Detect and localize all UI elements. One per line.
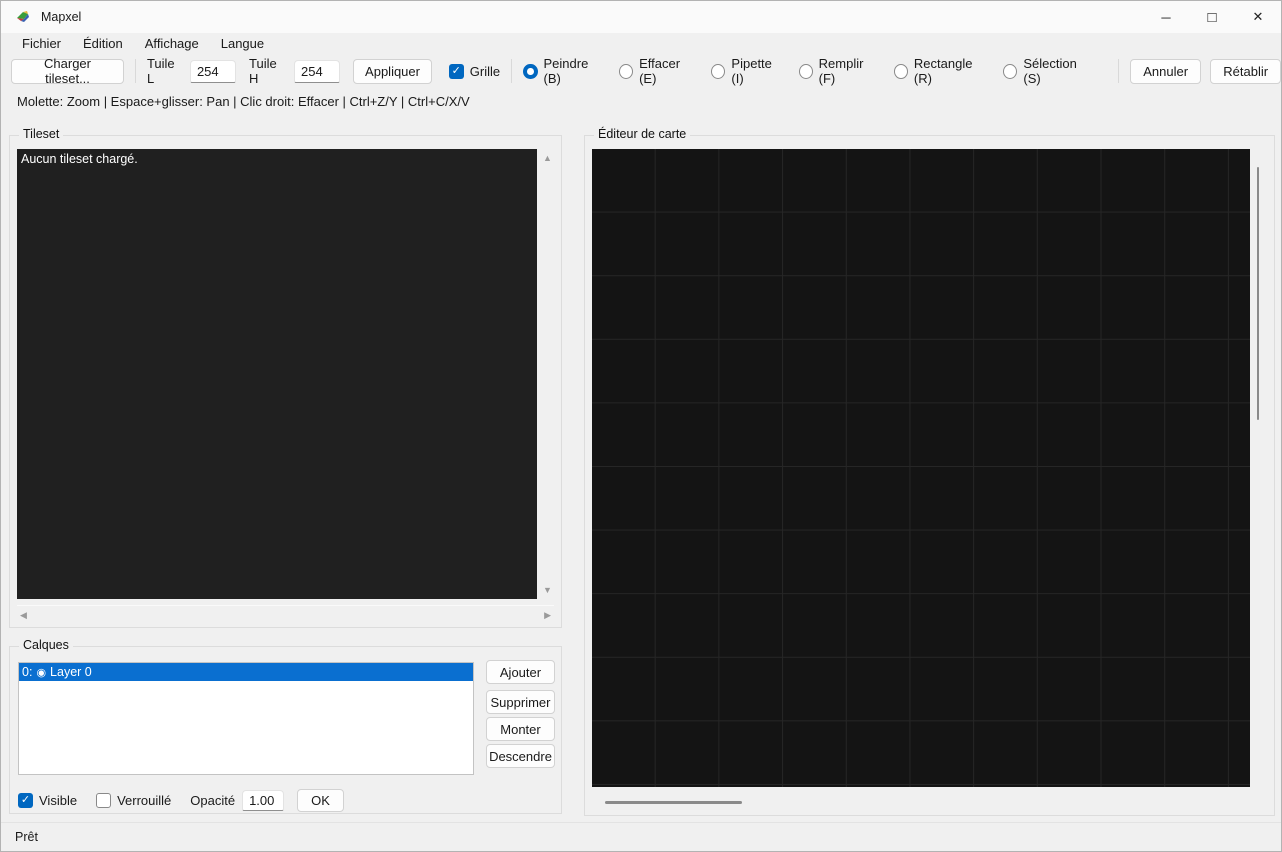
undo-button[interactable]: Annuler [1130,59,1201,84]
minimize-icon[interactable]: ─ [1143,1,1189,33]
tile-height-label: Tuile H [249,56,287,86]
tool-radio-paint[interactable]: Peindre (B) [523,56,604,86]
move-layer-down-button[interactable]: Descendre [486,744,555,768]
app-icon [15,9,31,25]
map-editor-panel: Éditeur de carte [584,135,1275,816]
menu-langue[interactable]: Langue [210,34,275,53]
toolbar: Charger tileset... Tuile L Tuile H Appli… [1,53,1281,89]
tool-radio-rectangle[interactable]: Rectangle (R) [894,56,988,86]
title-bar: Mapxel ─ □ ✕ [1,1,1281,33]
tool-radio-erase[interactable]: Effacer (E) [619,56,696,86]
redo-button[interactable]: Rétablir [1210,59,1281,84]
tool-label-erase: Effacer (E) [639,56,696,86]
opacity-ok-button[interactable]: OK [297,789,344,812]
grid-check-icon[interactable]: ✓ [449,64,464,79]
hint-bar: Molette: Zoom | Espace+glisser: Pan | Cl… [1,89,1281,113]
map-canvas[interactable] [592,149,1250,787]
visible-checkbox-label: Visible [39,793,77,808]
radio-icon[interactable] [711,64,725,79]
menu-fichier[interactable]: Fichier [11,34,72,53]
tileset-vertical-scrollbar[interactable]: ▲ ▼ [537,149,561,599]
tool-radio-fill[interactable]: Remplir (F) [799,56,879,86]
menu-affichage[interactable]: Affichage [134,34,210,53]
layer-name: Layer 0 [50,665,92,679]
hint-text: Molette: Zoom | Espace+glisser: Pan | Cl… [17,94,470,109]
map-editor-title: Éditeur de carte [594,127,690,141]
layer-properties-row: ✓ Visible Verrouillé Opacité OK [18,789,344,812]
locked-checkbox-label: Verrouillé [117,793,171,808]
add-layer-button[interactable]: Ajouter [486,660,555,684]
menu-edition[interactable]: Édition [72,34,134,53]
map-horizontal-scrollbar-thumb[interactable] [605,801,742,804]
layers-panel-title: Calques [19,638,73,652]
maximize-icon[interactable]: □ [1189,1,1235,33]
radio-icon[interactable] [1003,64,1017,79]
radio-icon[interactable] [523,64,537,79]
tileset-panel: Tileset Aucun tileset chargé. ▲ ▼ ◀ ▶ [9,135,562,628]
remove-layer-button[interactable]: Supprimer [486,690,555,714]
layer-list[interactable]: 0: ◉ Layer 0 [18,662,474,775]
load-tileset-button[interactable]: Charger tileset... [11,59,124,84]
tool-label-paint: Peindre (B) [544,56,605,86]
opacity-input[interactable] [242,790,284,811]
tile-width-input[interactable] [190,60,236,83]
locked-check-icon[interactable] [96,793,111,808]
status-text: Prêt [15,830,38,844]
layer-index: 0: [22,665,32,679]
scroll-up-icon[interactable]: ▲ [543,153,552,163]
layer-list-item[interactable]: 0: ◉ Layer 0 [19,663,473,681]
radio-icon[interactable] [894,64,908,79]
visible-checkbox[interactable]: ✓ Visible [18,793,77,808]
scroll-left-icon[interactable]: ◀ [20,610,27,621]
grid-checkbox-label: Grille [470,64,500,79]
tool-radio-picker[interactable]: Pipette (I) [711,56,783,86]
tool-label-picker: Pipette (I) [731,56,783,86]
window-title: Mapxel [41,10,81,24]
menu-bar: Fichier Édition Affichage Langue [1,33,1281,53]
layers-panel: Calques 0: ◉ Layer 0 Ajouter Supprimer M… [9,646,562,814]
status-bar: Prêt [1,822,1281,851]
locked-checkbox[interactable]: Verrouillé [96,793,171,808]
tile-width-label: Tuile L [147,56,183,86]
toolbar-separator [1118,59,1119,83]
tool-label-fill: Remplir (F) [819,56,879,86]
toolbar-separator [135,59,136,83]
tool-radio-selection[interactable]: Sélection (S) [1003,56,1092,86]
toolbar-separator [511,59,512,83]
scroll-right-icon[interactable]: ▶ [544,610,551,621]
tool-label-rectangle: Rectangle (R) [914,56,988,86]
tileset-horizontal-scrollbar[interactable]: ◀ ▶ [17,605,554,627]
close-icon[interactable]: ✕ [1235,1,1281,33]
tool-label-selection: Sélection (S) [1023,56,1092,86]
apply-button[interactable]: Appliquer [353,59,432,84]
radio-icon[interactable] [619,64,633,79]
radio-icon[interactable] [799,64,813,79]
move-layer-up-button[interactable]: Monter [486,717,555,741]
visible-check-icon[interactable]: ✓ [18,793,33,808]
tileset-canvas[interactable]: Aucun tileset chargé. [17,149,537,599]
map-vertical-scrollbar-thumb[interactable] [1257,167,1259,420]
tileset-panel-title: Tileset [19,127,63,141]
tile-height-input[interactable] [294,60,340,83]
scroll-down-icon[interactable]: ▼ [543,585,552,595]
tileset-empty-message: Aucun tileset chargé. [21,152,138,166]
grid-checkbox[interactable]: ✓ Grille [449,64,500,79]
app-window: Mapxel ─ □ ✕ Fichier Édition Affichage L… [0,0,1282,852]
opacity-label: Opacité [190,793,235,808]
eye-icon: ◉ [36,666,46,679]
